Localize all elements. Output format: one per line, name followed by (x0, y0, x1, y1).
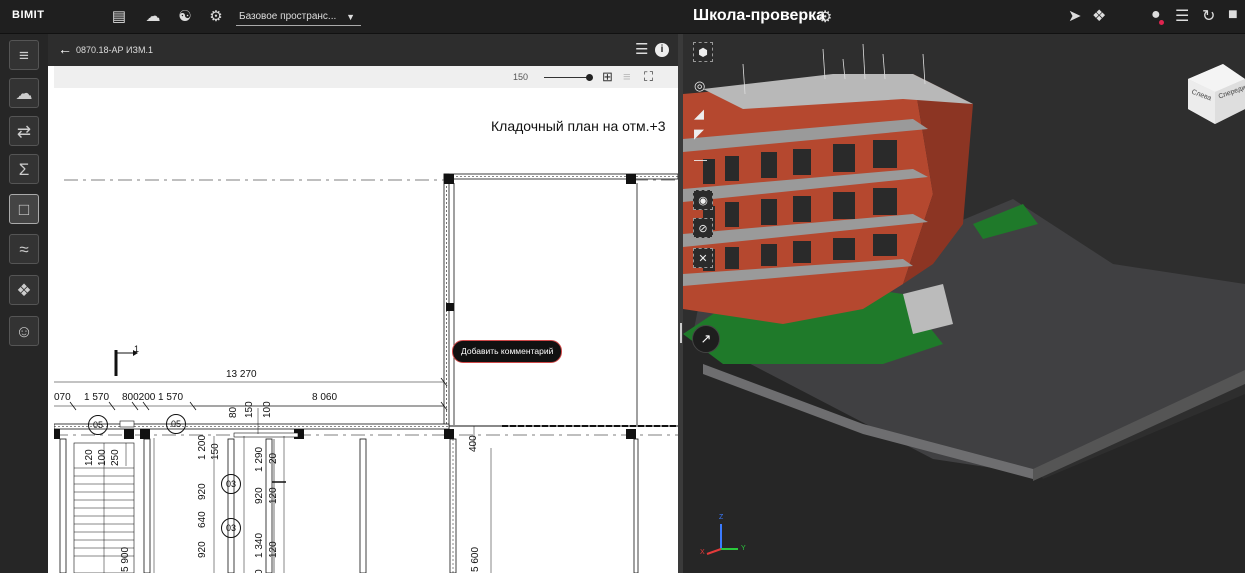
cursor-icon[interactable]: ➤ (1068, 6, 1081, 26)
plan-header: ← 0870.18-АР ИЗМ.1 ☰ i (48, 34, 678, 66)
zoom-value: 150 (513, 72, 529, 82)
back-arrow-icon[interactable]: ← (58, 41, 72, 57)
dimension-label: 80 (228, 406, 239, 418)
dimension-label: 250 (110, 449, 121, 466)
dimension-label: 20 (268, 452, 279, 464)
list-icon[interactable]: ☰ (635, 40, 648, 58)
user-icon[interactable]: ■ (1228, 6, 1238, 24)
space-select[interactable]: Базовое пространс... ▼ (236, 8, 361, 26)
gear-tag-icon[interactable]: ⚙ (207, 8, 225, 26)
dimension-label: 070 (54, 392, 71, 403)
add-comment-icon[interactable]: ⊞ (602, 69, 613, 85)
tree-icon[interactable]: ≡ (9, 40, 39, 70)
axis-x-label: X (700, 549, 705, 556)
building-model (683, 43, 1245, 573)
puzzle-icon[interactable]: ❖ (9, 275, 39, 305)
show-icon[interactable]: ◉ (693, 190, 713, 210)
fit-view-icon[interactable]: ⬢ (693, 42, 713, 62)
app-logo[interactable]: BIMIT (12, 9, 44, 21)
dimension-label: 13 270 (226, 369, 257, 380)
dimension-label: 120 (84, 449, 95, 466)
top-bar: BIMIT ▤ ☁ ☯ ⚙ Базовое пространс... ▼ Шко… (0, 0, 1245, 34)
dimension-label: 120 (268, 541, 279, 558)
hide-icon[interactable]: ⊘ (693, 218, 713, 238)
document-title: 0870.18-АР ИЗМ.1 (76, 45, 153, 55)
close-icon[interactable]: ✕ (693, 248, 713, 268)
dimension-label: 1 570 (158, 392, 184, 403)
shuffle-icon[interactable]: ⇄ (9, 116, 39, 146)
chart-icon[interactable]: ≈ (9, 234, 39, 264)
axis-z-label: Z (719, 514, 724, 521)
section-plane-icon[interactable]: ◢ (694, 106, 704, 122)
drawing-lines (54, 173, 678, 573)
sigma-icon[interactable]: Σ (9, 154, 39, 184)
axis-y-label: Y (741, 545, 746, 552)
briefcase-icon[interactable]: ▤ (110, 8, 128, 26)
3d-viewport[interactable]: Слева Спереди Z Y X ⬢ ◎ ◢ ◤ — ◉ ⊘ ✕ ↗ (683, 34, 1245, 573)
room-tag: 05 (88, 415, 108, 435)
splitter-handle[interactable] (680, 323, 682, 343)
people-icon[interactable]: ☯ (176, 8, 194, 26)
dimension-label: 120 (268, 487, 279, 504)
dimension-label: 400 (468, 435, 479, 452)
plan-toolbar: 150 ⊞ ≡ ⛶ (54, 66, 678, 88)
add-comment-button[interactable]: Добавить комментарий (452, 340, 563, 363)
room-tag: 03 (221, 518, 241, 538)
dimension-label: 1 290 (254, 446, 265, 472)
lines-icon[interactable]: ≡ (623, 69, 631, 84)
settings-gear-icon[interactable]: ⚙ (818, 7, 832, 27)
dimension-label: 920 (197, 483, 208, 500)
info-icon[interactable]: i (655, 43, 669, 57)
space-select-value: Базовое пространс... (239, 11, 337, 22)
zoom-slider-handle[interactable] (586, 74, 593, 81)
clip-icon[interactable]: ◤ (694, 126, 704, 142)
dimension-label: 150 (244, 401, 255, 418)
list-icon[interactable]: ☰ (1175, 6, 1189, 26)
document-icon[interactable]: □ (9, 194, 39, 224)
dimension-label: 800200 (122, 392, 156, 403)
dimension-label: 100 (262, 401, 273, 418)
dimension-label: 100 (97, 449, 108, 466)
measure-icon[interactable]: — (694, 152, 707, 167)
drawing-sheet[interactable]: Кладочный план на отм.+3 1 13 270 070 1 … (54, 88, 678, 573)
zoom-slider[interactable] (544, 77, 592, 78)
dimension-label: 920 (254, 487, 265, 504)
project-title: Школа-проверка (693, 7, 826, 24)
dimension-label: 5 600 (470, 546, 481, 572)
sheet-title: Кладочный план на отм.+3 (491, 118, 666, 134)
cloud-icon[interactable]: ☁ (144, 8, 162, 26)
dimension-label: 640 (197, 511, 208, 528)
dimension-label: 1 200 (197, 434, 208, 460)
user-check-icon[interactable]: ☺ (9, 316, 39, 346)
target-icon[interactable]: ◎ (694, 78, 705, 94)
fullscreen-icon[interactable]: ⛶ (644, 69, 653, 85)
dimension-label: 1 340 (254, 532, 265, 558)
left-sidebar: ≡ ☁ ⇄ Σ □ ≈ ❖ ☺ (0, 34, 48, 573)
chevron-down-icon: ▼ (346, 12, 355, 22)
room-tag: 05 (166, 414, 186, 434)
section-mark-label: 1 (134, 344, 140, 354)
gizmo-icon[interactable]: ❖ (1092, 6, 1106, 26)
notification-dot (1159, 20, 1164, 25)
dimension-label: 1 570 (84, 392, 110, 403)
dimension-label: 8 060 (312, 392, 338, 403)
dimension-label: 5 900 (120, 546, 131, 572)
refresh-icon[interactable]: ↻ (1202, 6, 1215, 26)
dimension-label: 920 (197, 541, 208, 558)
trend-icon[interactable]: ↗ (692, 325, 720, 353)
cloud-tree-icon[interactable]: ☁ (9, 78, 39, 108)
dimension-label: 290 (254, 569, 265, 573)
dimension-label: 150 (210, 443, 221, 460)
plan-panel: ← 0870.18-АР ИЗМ.1 ☰ i 150 ⊞ ≡ ⛶ Кладочн… (48, 34, 678, 573)
room-tag: 03 (221, 474, 241, 494)
